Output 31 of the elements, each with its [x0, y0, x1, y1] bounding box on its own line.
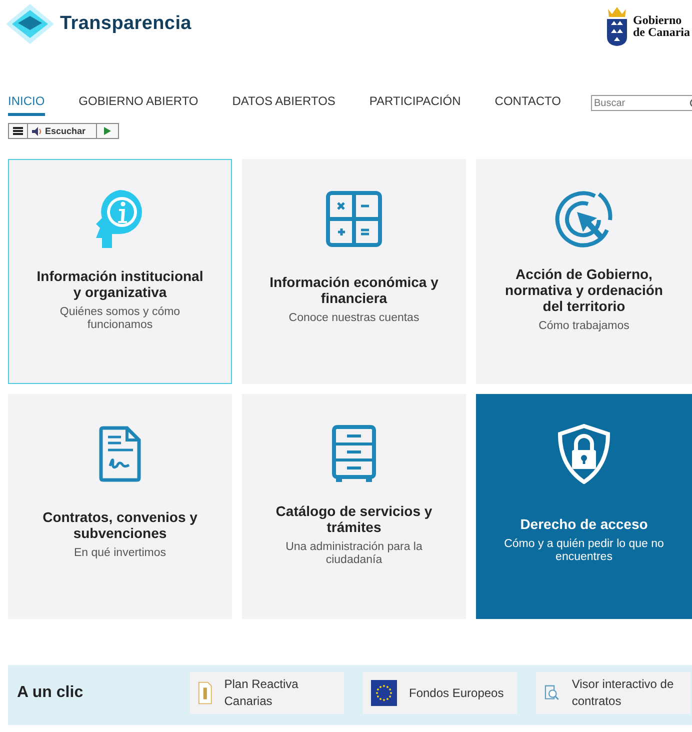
nav-tab[interactable]: INICIO — [8, 90, 45, 116]
card-title: Información institucional y organizativa — [36, 268, 204, 300]
category-card[interactable]: Catálogo de servicios y trámites Una administración para la ciudadanía — [242, 394, 466, 619]
card-title: Acción de Gobierno, normativa y ordenación del territorio — [504, 266, 664, 314]
category-card[interactable]: Información económica y financiera Conoce nuestras cuentas — [242, 159, 466, 384]
section-title: A un clic — [17, 684, 84, 702]
card-title: Contratos, convenios y subvenciones — [42, 509, 198, 541]
nav-tab[interactable]: CONTACTO — [494, 90, 562, 116]
card-title: Catálogo de servicios y trámites — [274, 502, 434, 534]
category-card[interactable]: Acción de Gobierno, normativa y ordenación del territorio Cómo trabajamos — [476, 159, 692, 384]
quick-link[interactable]: Plan Reactiva Canarias — [190, 672, 344, 714]
card-title: Derecho de acceso — [520, 516, 648, 532]
government-name: Gobierno de Canaria — [633, 14, 690, 38]
listen-button[interactable]: Escuchar — [28, 124, 97, 138]
category-card[interactable]: Información institucional y organizativa Quiénes somos y cómo funcionamos — [8, 159, 232, 384]
nav-tab[interactable]: GOBIERNO ABIERTO — [78, 90, 198, 116]
category-card[interactable]: Derecho de acceso Cómo y a quién pedir lo que no encuentres — [476, 394, 692, 619]
nav-tab[interactable]: DATOS ABIERTOS — [232, 90, 336, 116]
nav-tab[interactable]: PARTICIPACIÓN — [369, 90, 461, 116]
search-field[interactable]: Buscar — [591, 95, 692, 111]
quick-link[interactable]: Visor interactivo de contratos — [536, 672, 691, 714]
card-subtitle: Conoce nuestras cuentas — [288, 312, 420, 325]
card-subtitle: Una administración para la ciudadanía — [284, 540, 424, 566]
card-subtitle: Cómo trabajamos — [538, 320, 630, 333]
quick-link[interactable]: Fondos Europeos — [363, 672, 517, 714]
site-title: Transparencia — [60, 13, 192, 35]
card-subtitle: Quiénes somos y cómo funcionamos — [58, 306, 182, 332]
category-card[interactable]: Contratos, convenios y subvenciones En qué invertimos — [8, 394, 232, 619]
card-subtitle: Cómo y a quién pedir lo que no encuentres — [504, 538, 664, 564]
card-title: Información económica y financiera — [268, 274, 440, 306]
card-subtitle: En qué invertimos — [74, 547, 166, 560]
